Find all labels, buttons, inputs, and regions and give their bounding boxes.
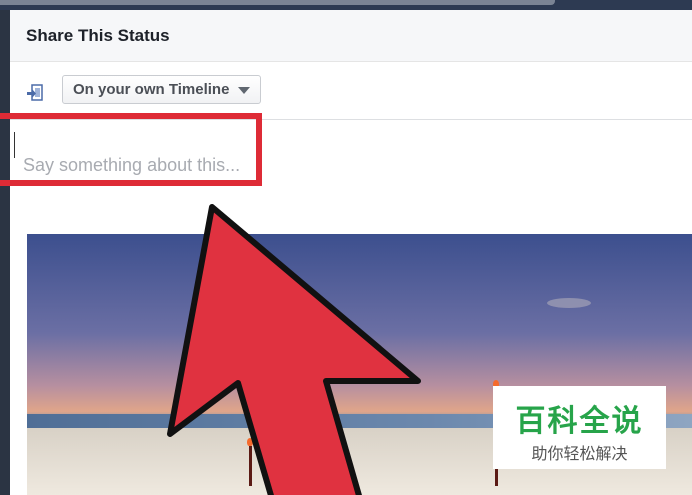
watermark-sub-text: 助你轻松解决	[531, 446, 628, 463]
photo-torch	[249, 446, 252, 486]
background-window-strip	[0, 0, 692, 10]
photo-cloud	[547, 298, 591, 308]
dialog-title: Share This Status	[26, 26, 170, 45]
watermark-main-text: 百科全说	[515, 405, 644, 438]
dialog-header: Share This Status	[10, 10, 692, 62]
composer-area	[10, 120, 692, 230]
audience-bar: On your own Timeline	[10, 62, 692, 120]
say-something-input[interactable]	[23, 140, 353, 190]
background-window-edge	[0, 0, 555, 5]
audience-dropdown[interactable]: On your own Timeline	[62, 75, 261, 104]
photo-flame	[247, 438, 253, 446]
text-cursor	[14, 132, 15, 158]
watermark-logo: 百科全说 助你轻松解决	[493, 386, 666, 469]
share-timeline-icon	[26, 84, 44, 102]
audience-dropdown-label: On your own Timeline	[73, 81, 230, 98]
chevron-down-icon	[238, 87, 250, 94]
